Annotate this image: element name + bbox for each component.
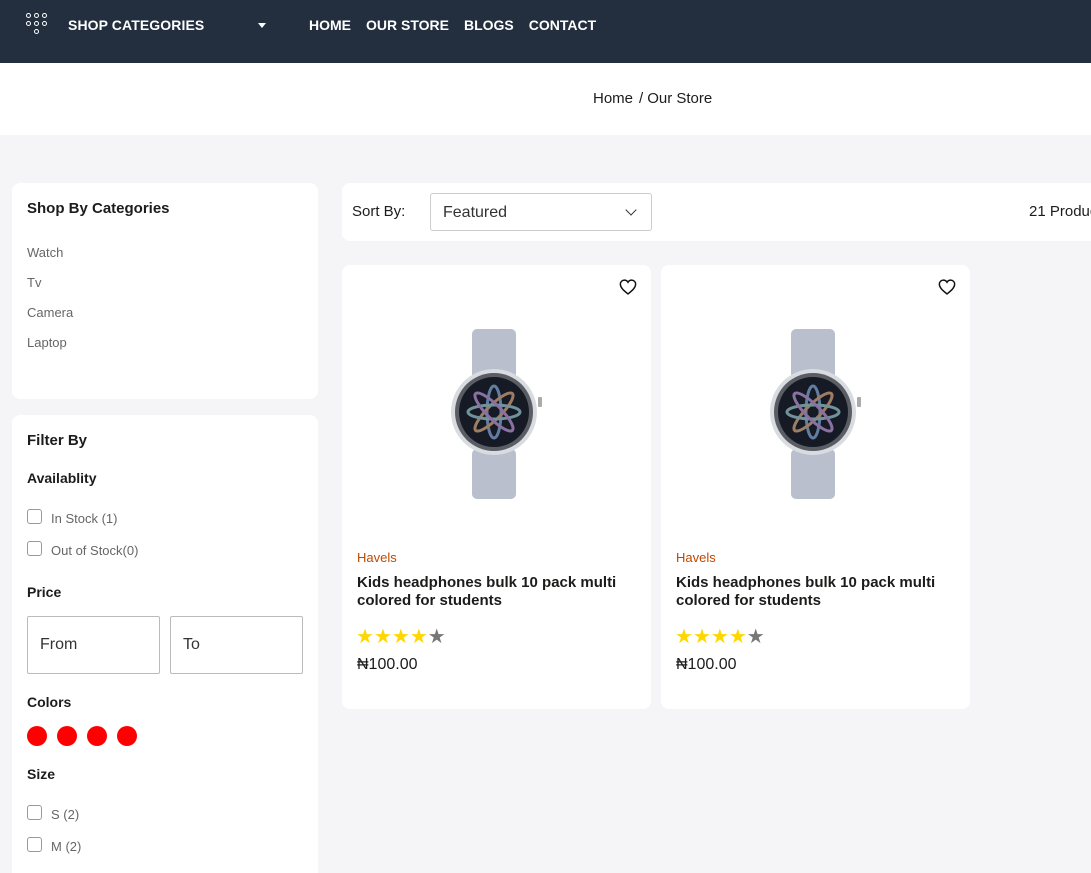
product-brand: Havels <box>357 550 397 565</box>
price-to-input[interactable] <box>170 616 303 674</box>
breadcrumb-separator: / <box>639 90 644 107</box>
size-m-checkbox[interactable]: M (2) <box>27 835 81 854</box>
in-stock-checkbox[interactable]: In Stock (1) <box>27 507 117 526</box>
sort-bar: Sort By: Featured 21 Products <box>342 183 1091 241</box>
caret-down-icon[interactable] <box>258 23 266 28</box>
star-rating: ★★★★★ <box>675 624 765 649</box>
color-swatch[interactable] <box>87 726 107 746</box>
shop-categories-dropdown[interactable]: SHOP CATEGORIES <box>68 17 204 33</box>
star-empty-icon: ★ <box>746 626 765 648</box>
price-from-input[interactable] <box>27 616 160 674</box>
star-empty-icon: ★ <box>427 626 446 648</box>
product-title[interactable]: Kids headphones bulk 10 pack multi color… <box>676 574 956 610</box>
filter-title: Filter By <box>27 432 88 449</box>
size-s-checkbox[interactable]: S (2) <box>27 803 79 822</box>
categories-title: Shop By Categories <box>27 200 170 217</box>
checkbox-box[interactable] <box>27 805 42 820</box>
price-title: Price <box>27 584 62 600</box>
product-card[interactable]: Havels Kids headphones bulk 10 pack mult… <box>661 265 970 709</box>
star-filled-icon: ★ <box>728 626 747 648</box>
out-of-stock-checkbox[interactable]: Out of Stock(0) <box>27 539 138 558</box>
product-price: ₦100.00 <box>357 656 418 673</box>
size-m-label: M (2) <box>51 839 82 854</box>
checkbox-box[interactable] <box>27 509 42 524</box>
sort-selected-value: Featured <box>443 204 508 221</box>
checkbox-box[interactable] <box>27 541 42 556</box>
in-stock-label: In Stock (1) <box>51 511 118 526</box>
availability-title: Availablity <box>27 470 97 486</box>
color-swatch[interactable] <box>117 726 137 746</box>
color-swatch[interactable] <box>57 726 77 746</box>
product-price: ₦100.00 <box>676 656 737 673</box>
nav-our-store[interactable]: OUR STORE <box>366 17 449 33</box>
menu-grid-icon[interactable] <box>26 13 52 39</box>
product-image[interactable] <box>765 329 861 499</box>
size-s-label: S (2) <box>51 807 80 822</box>
product-count: 21 Products <box>1029 203 1091 220</box>
out-of-stock-label: Out of Stock(0) <box>51 543 139 558</box>
color-swatch[interactable] <box>27 726 47 746</box>
category-item-watch[interactable]: Watch <box>27 245 73 275</box>
category-item-laptop[interactable]: Laptop <box>27 335 73 365</box>
categories-card: Shop By Categories Watch Tv Camera Lapto… <box>12 183 318 399</box>
filter-card: Filter By Availablity In Stock (1) Out o… <box>12 415 318 873</box>
product-title[interactable]: Kids headphones bulk 10 pack multi color… <box>357 574 637 610</box>
breadcrumb-bar: Home / Our Store <box>0 63 1091 135</box>
star-rating: ★★★★★ <box>356 624 446 649</box>
breadcrumb: Home / Our Store <box>593 90 712 107</box>
star-filled-icon: ★ <box>409 626 428 648</box>
category-item-tv[interactable]: Tv <box>27 275 73 305</box>
nav-home[interactable]: HOME <box>309 17 351 33</box>
star-filled-icon: ★ <box>692 626 711 648</box>
checkbox-box[interactable] <box>27 837 42 852</box>
category-item-camera[interactable]: Camera <box>27 305 73 335</box>
star-filled-icon: ★ <box>391 626 410 648</box>
heart-icon[interactable] <box>619 279 637 295</box>
star-filled-icon: ★ <box>373 626 392 648</box>
product-image[interactable] <box>446 329 542 499</box>
product-card[interactable]: Havels Kids headphones bulk 10 pack mult… <box>342 265 651 709</box>
breadcrumb-current: Our Store <box>647 90 713 107</box>
colors-title: Colors <box>27 694 72 710</box>
category-list: Watch Tv Camera Laptop <box>27 245 73 365</box>
chevron-down-icon <box>625 204 637 216</box>
main-nav: HOME OUR STORE BLOGS CONTACT <box>309 17 596 33</box>
nav-blogs[interactable]: BLOGS <box>464 17 514 33</box>
star-filled-icon: ★ <box>710 626 729 648</box>
color-swatches <box>27 726 137 746</box>
size-title: Size <box>27 766 56 782</box>
nav-contact[interactable]: CONTACT <box>529 17 596 33</box>
product-brand: Havels <box>676 550 716 565</box>
sort-select[interactable]: Featured <box>430 193 652 231</box>
breadcrumb-home[interactable]: Home <box>593 90 633 107</box>
star-filled-icon: ★ <box>356 626 374 648</box>
top-navbar: SHOP CATEGORIES HOME OUR STORE BLOGS CON… <box>0 0 1091 63</box>
sort-label: Sort By: <box>352 203 406 220</box>
star-filled-icon: ★ <box>675 626 693 648</box>
heart-icon[interactable] <box>938 279 956 295</box>
